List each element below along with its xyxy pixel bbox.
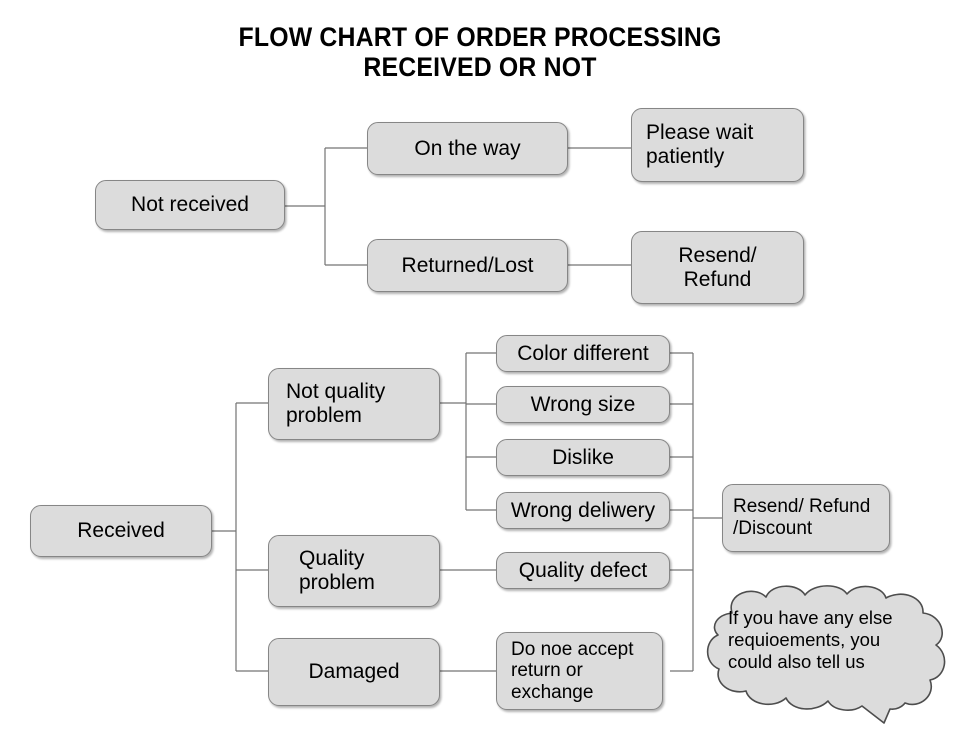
node-returned-lost[interactable]: Returned/Lost [367,239,568,292]
node-received-label: Received [77,519,165,543]
speech-bubble-text: If you have any else requioements, you c… [728,607,893,673]
node-resend-refund-discount[interactable]: Resend/ Refund /Discount [722,484,890,552]
node-on-the-way-label: On the way [414,136,521,160]
speech-bubble: If you have any else requioements, you c… [702,583,958,730]
node-quality-defect[interactable]: Quality defect [496,552,670,589]
node-please-wait-patiently-label: Please wait patiently [646,121,754,168]
node-damaged[interactable]: Damaged [268,638,440,706]
node-dislike-label: Dislike [552,445,614,469]
node-do-not-accept-return-or-exchange[interactable]: Do noe accept return or exchange [496,632,663,710]
node-please-wait-patiently[interactable]: Please wait patiently [631,108,804,182]
node-dislike[interactable]: Dislike [496,439,670,476]
title-line-1: FLOW CHART OF ORDER PROCESSING [238,22,722,52]
node-received[interactable]: Received [30,505,212,557]
node-resend-refund[interactable]: Resend/ Refund [631,231,804,304]
node-resend-refund-discount-label: Resend/ Refund /Discount [733,496,871,539]
node-wrong-delivery[interactable]: Wrong deliwery [496,492,670,529]
node-color-different-label: Color different [517,341,649,365]
node-not-quality-problem-label: Not quality problem [286,380,386,427]
node-returned-lost-label: Returned/Lost [401,253,534,277]
node-not-received-label: Not received [131,193,249,217]
title-line-2: RECEIVED OR NOT [363,52,597,83]
node-damaged-label: Damaged [308,660,400,684]
node-quality-problem-label: Quality problem [299,547,375,594]
node-on-the-way[interactable]: On the way [367,122,568,175]
flowchart-canvas: FLOW CHART OF ORDER PROCESSING RECEIVED … [0,0,960,730]
node-quality-problem[interactable]: Quality problem [268,535,440,607]
node-wrong-size[interactable]: Wrong size [496,386,670,423]
node-not-quality-problem[interactable]: Not quality problem [268,368,440,440]
node-resend-refund-label: Resend/ Refund [678,243,757,291]
node-do-not-accept-label: Do noe accept return or exchange [511,638,634,703]
node-color-different[interactable]: Color different [496,335,670,372]
node-quality-defect-label: Quality defect [518,558,648,582]
node-wrong-delivery-label: Wrong deliwery [510,498,656,522]
node-not-received[interactable]: Not received [95,180,285,230]
page-title: FLOW CHART OF ORDER PROCESSING RECEIVED … [0,22,960,82]
node-wrong-size-label: Wrong size [530,392,636,416]
